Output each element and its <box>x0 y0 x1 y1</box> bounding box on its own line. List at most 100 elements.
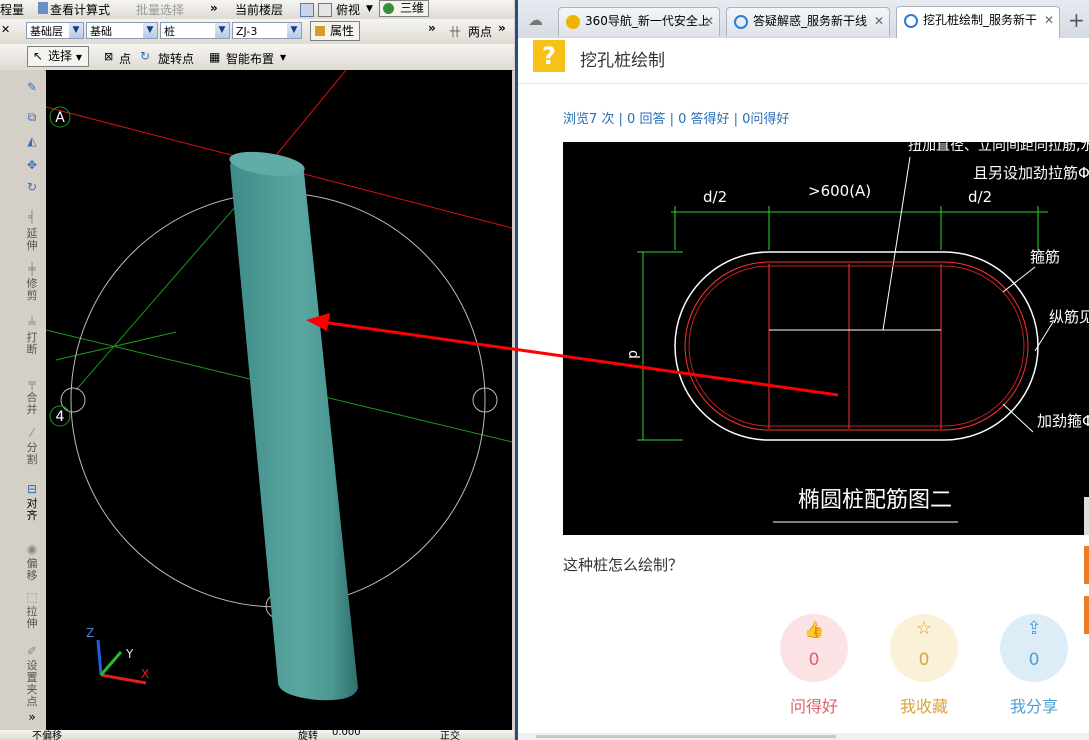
x-axis-icon <box>100 673 147 685</box>
chevron-down-icon: ▼ <box>215 23 229 38</box>
question-stats: 浏览7 次 | 0 回答 | 0 答得好 | 0问得好 <box>563 112 790 127</box>
status-ortho[interactable]: 正交 <box>440 727 460 740</box>
tool-stretch[interactable]: 拉伸 <box>24 606 40 630</box>
status-bar: 不偏移 旋转 0.000 正交 <box>0 727 514 740</box>
category-select[interactable]: 基础 ▼ <box>86 22 158 39</box>
leader-line <box>1002 403 1034 433</box>
extend-icon: ╡ <box>28 210 36 224</box>
share-button[interactable]: ⇪ 0 <box>1000 614 1068 682</box>
merge-icon: ╤ <box>28 376 36 390</box>
horizontal-scrollbar[interactable] <box>518 733 1089 740</box>
view-icon <box>318 3 332 17</box>
label-long-bar: 纵筋见 <box>1049 308 1089 326</box>
close-icon[interactable]: ✕ <box>1 23 10 36</box>
floating-tab[interactable] <box>1084 546 1089 584</box>
z-axis-icon <box>96 639 103 676</box>
dropdown-arrow-icon[interactable] <box>300 3 314 17</box>
page-title: 挖孔桩绘制 <box>580 51 665 71</box>
triad-x-label: X <box>141 667 149 681</box>
new-tab-button[interactable]: + <box>1068 8 1085 32</box>
rotate-point-button[interactable]: 旋转点 <box>158 50 194 67</box>
tab-qa[interactable]: 答疑解惑_服务新干线 ✕ <box>726 7 890 36</box>
favorite-label[interactable]: 我收藏 <box>879 693 969 717</box>
status-rotate-value[interactable]: 0.000 <box>332 727 361 738</box>
tool-align[interactable]: 对齐 <box>24 498 40 522</box>
pile-outline <box>674 251 1039 441</box>
move-icon[interactable]: ✥ <box>24 158 40 172</box>
formula-icon <box>38 2 48 14</box>
toolbar-overflow-icon[interactable]: » <box>210 1 218 15</box>
copy-icon[interactable]: ⧉ <box>24 110 40 124</box>
scrollbar-thumb[interactable] <box>536 735 836 738</box>
close-icon[interactable]: ✕ <box>874 8 884 35</box>
cloud-icon[interactable]: ☁ <box>528 11 543 29</box>
mirror-icon[interactable]: ◭ <box>24 134 40 148</box>
toolbar-overflow-icon[interactable]: » <box>498 21 506 35</box>
floating-tab[interactable] <box>1084 596 1089 634</box>
toolbar-item-quantity[interactable]: 程量 <box>0 1 24 18</box>
pile-section-drawing: d/2 >600(A) d/2 d 扭加直径、立向间距同拉筋,水平 且另设加劲拉… <box>625 142 1089 523</box>
question-image[interactable]: d/2 >600(A) d/2 d 扭加直径、立向间距同拉筋,水平 且另设加劲拉… <box>563 142 1089 535</box>
tool-extend[interactable]: 延伸 <box>24 228 40 252</box>
point-icon: ⊠ <box>104 50 114 63</box>
favorite-count: 0 <box>918 650 930 670</box>
two-point-button[interactable]: 两点 <box>468 23 492 40</box>
3d-view-button[interactable]: 三维 <box>379 0 429 17</box>
tab-dig-pile[interactable]: 挖孔桩绘制_服务新干 ✕ <box>896 6 1060 38</box>
green-guide-line <box>55 331 177 361</box>
caret-down-icon[interactable]: ▼ <box>366 4 373 14</box>
offset-icon: ◉ <box>26 542 38 556</box>
note-top-2: 且另设加劲拉筋Φ14 <box>973 164 1089 182</box>
rotate-icon[interactable]: ↻ <box>24 180 40 194</box>
element-select[interactable]: ZJ-3 ▼ <box>232 22 302 39</box>
split-icon: ⁄ <box>30 426 33 440</box>
ie-icon <box>734 15 748 29</box>
caret-down-icon[interactable]: ▼ <box>280 53 286 62</box>
toolbar-item-top-view[interactable]: 俯视 <box>336 1 360 18</box>
grip-left[interactable] <box>60 387 86 413</box>
properties-icon <box>315 26 325 36</box>
status-offset[interactable]: 不偏移 <box>32 727 62 740</box>
tool-break[interactable]: 打断 <box>24 332 40 356</box>
favorite-button[interactable]: ☆ 0 <box>890 614 958 682</box>
like-button[interactable]: 👍 0 <box>780 614 848 682</box>
brush-icon[interactable]: ✎ <box>24 80 40 94</box>
dim-height: d <box>625 350 641 359</box>
chevron-down-icon[interactable]: » <box>24 710 40 724</box>
like-label[interactable]: 问得好 <box>769 693 859 717</box>
close-icon[interactable]: ✕ <box>1044 7 1054 34</box>
close-icon[interactable]: ✕ <box>704 8 714 35</box>
toolbar-item-view-formula[interactable]: 查看计算式 <box>50 1 110 18</box>
tab-360-nav[interactable]: 360导航_新一代安全上 ✕ <box>558 7 720 36</box>
tool-offset[interactable]: 偏移 <box>24 558 40 582</box>
properties-button[interactable]: 属性 <box>310 21 360 41</box>
trim-icon: ╪ <box>28 262 36 276</box>
smart-place-button[interactable]: 智能布置 <box>226 50 274 67</box>
cursor-icon: ↖ <box>33 49 44 63</box>
note-top-1: 扭加直径、立向间距同拉筋,水平 <box>908 142 1089 154</box>
share-icon: ⇪ <box>1026 618 1042 639</box>
type-select[interactable]: 桩 ▼ <box>160 22 230 39</box>
share-label[interactable]: 我分享 <box>989 693 1079 717</box>
3d-viewport[interactable]: A 4 Z Y X <box>46 70 512 730</box>
tool-split[interactable]: 分割 <box>24 442 40 466</box>
select-label: 选择 <box>48 49 73 63</box>
triad-y-label: Y <box>125 647 134 661</box>
triad-z-label: Z <box>86 626 94 640</box>
tool-trim[interactable]: 修剪 <box>24 278 40 302</box>
select-button[interactable]: ↖ 选择 ▼ <box>27 46 89 67</box>
feedback-tab[interactable] <box>1084 497 1089 535</box>
point-button[interactable]: 点 <box>119 50 131 67</box>
toolbar-overflow-icon[interactable]: » <box>428 21 436 35</box>
pile-body[interactable] <box>230 153 358 701</box>
floor-select[interactable]: 基础层 ▼ <box>26 22 84 39</box>
tool-merge[interactable]: 合并 <box>24 392 40 416</box>
toolbar-item-current-floor[interactable]: 当前楼层 <box>235 1 283 18</box>
stirrup-inner <box>688 265 1025 427</box>
chevron-down-icon: ▼ <box>143 23 157 38</box>
status-rotate[interactable]: 旋转 <box>298 727 318 740</box>
y-axis-icon <box>99 651 123 676</box>
tool-set-grip[interactable]: 设置夹点 <box>24 660 40 708</box>
toolbar-item-batch-select[interactable]: 批量选择 <box>136 1 184 18</box>
tab-label: 答疑解惑_服务新干线 <box>753 14 868 28</box>
